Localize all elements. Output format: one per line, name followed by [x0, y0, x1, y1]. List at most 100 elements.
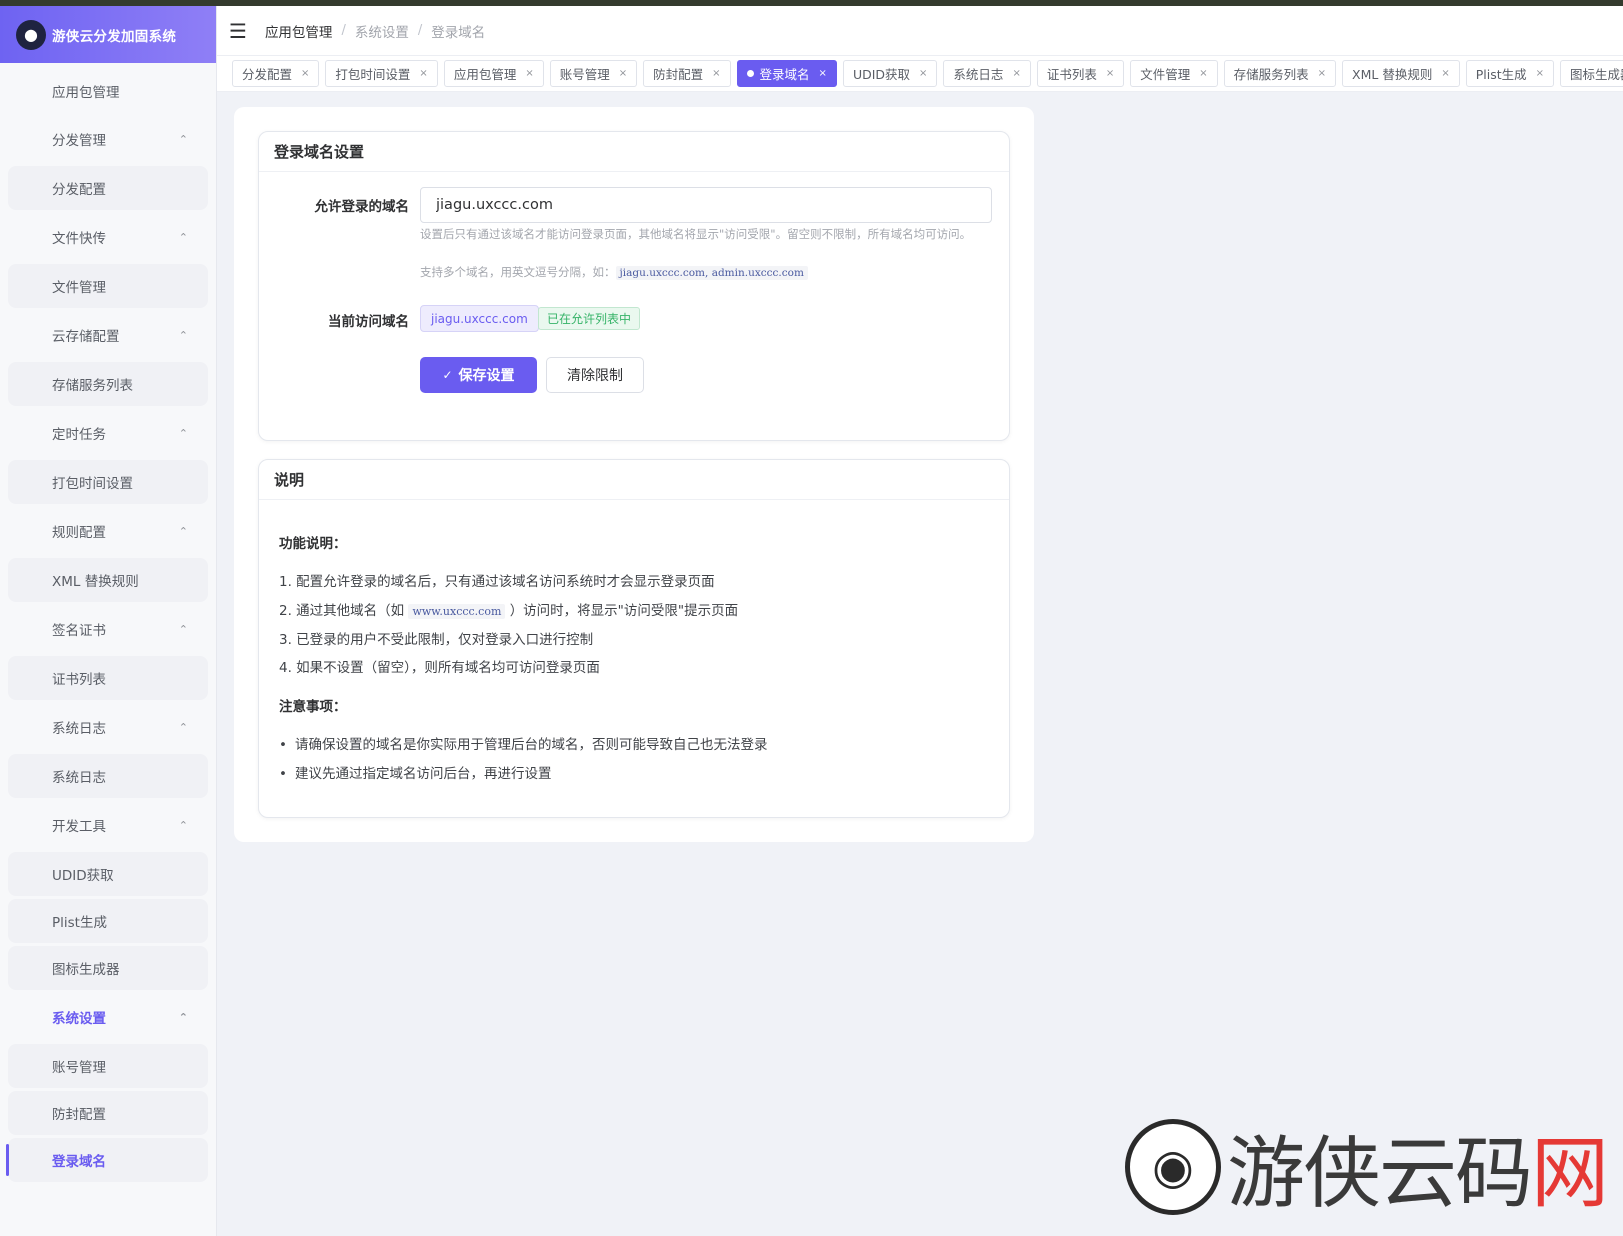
sidebar-group[interactable]: 签名证书 ⌃ — [0, 605, 216, 653]
sidebar-subitem[interactable]: 存储服务列表 — [8, 362, 208, 406]
check-icon: ✓ — [442, 368, 453, 382]
sidebar-subitem[interactable]: Plist生成 — [8, 899, 208, 943]
tab-item[interactable]: XML 替换规则 × — [1342, 60, 1460, 87]
sidebar-group[interactable]: 云存储配置 ⌃ — [0, 311, 216, 359]
tab-item[interactable]: 证书列表 × — [1036, 60, 1125, 87]
multi-domain-hint: 支持多个域名，用英文逗号分隔，如： jiagu.uxccc.com, admin.… — [420, 264, 980, 281]
tab-item[interactable]: 存储服务列表 × — [1223, 60, 1337, 87]
tab-label: 防封配置 — [653, 67, 704, 82]
breadcrumb-item-0[interactable]: 应用包管理 — [265, 21, 333, 41]
sidebar-item-label: Plist生成 — [52, 915, 107, 931]
tab-label: 应用包管理 — [453, 67, 517, 82]
hamburger-icon[interactable]: ☰ — [229, 19, 247, 43]
sidebar-group[interactable]: 分发管理 ⌃ — [0, 115, 216, 163]
tab-label: 存储服务列表 — [1233, 67, 1309, 82]
brand-title: 游侠云分发加固系统 — [52, 28, 177, 45]
close-icon[interactable]: × — [1199, 68, 1207, 79]
tab-item[interactable]: 文件管理 × — [1130, 60, 1218, 87]
sidebar-group[interactable]: 规则配置 ⌃ — [0, 507, 216, 555]
close-icon[interactable]: × — [819, 68, 827, 79]
sidebar-subitem[interactable]: 登录域名 — [6, 1138, 208, 1182]
sidebar-group[interactable]: 系统设置 ⌃ — [0, 993, 216, 1041]
function-item-2-code: www.uxccc.com — [408, 604, 506, 619]
sidebar-item-label: 分发配置 — [52, 182, 106, 198]
tab-item[interactable]: 登录域名 × — [736, 60, 837, 87]
close-icon[interactable]: × — [419, 68, 427, 79]
tab-item[interactable]: 防封配置 × — [643, 60, 731, 87]
sidebar-subitem[interactable]: 图标生成器 — [8, 946, 208, 990]
tab-item[interactable]: 分发配置 × — [232, 60, 320, 87]
save-button[interactable]: ✓ 保存设置 — [420, 357, 537, 393]
sidebar-subitem[interactable]: 证书列表 — [8, 656, 208, 700]
chevron-up-icon: ⌃ — [178, 1010, 188, 1024]
close-icon[interactable]: × — [1318, 68, 1326, 79]
allowed-domain-input[interactable] — [420, 187, 992, 223]
sidebar-item-label: 开发工具 — [52, 819, 106, 835]
tab-label: 登录域名 — [759, 67, 810, 82]
sidebar-group[interactable]: 系统日志 ⌃ — [0, 703, 216, 751]
sidebar: ● 游侠云分发加固系统 应用包管理 分发管理 ⌃ 分发配置 文件快传 ⌃ 文件管理 云存储配置… — [0, 6, 217, 1236]
sidebar-subitem[interactable]: XML 替换规则 — [8, 558, 208, 602]
tab-label: 文件管理 — [1140, 67, 1191, 82]
sidebar-subitem[interactable]: 分发配置 — [8, 166, 208, 210]
tab-label: XML 替换规则 — [1352, 67, 1433, 82]
chevron-up-icon: ⌃ — [178, 622, 188, 636]
sidebar-subitem[interactable]: 账号管理 — [8, 1044, 208, 1088]
sidebar-item-label: 图标生成器 — [52, 962, 120, 978]
breadcrumb-separator: / — [417, 23, 423, 38]
multi-domain-example: jiagu.uxccc.com, admin.uxccc.com — [615, 266, 808, 280]
tab-item[interactable]: 系统日志 × — [943, 60, 1031, 87]
sidebar-subitem[interactable]: 打包时间设置 — [8, 460, 208, 504]
function-item-3: 3. 已登录的用户不受此限制，仅对登录入口进行控制 — [279, 632, 594, 648]
allowed-domain-label: 允许登录的域名 — [314, 199, 410, 215]
chevron-up-icon: ⌃ — [178, 524, 188, 538]
tabs-bar: 分发配置 × 打包时间设置 × 应用包管理 × 账号管理 × 防封配置 × 登录域名 × UDID获取 ×… — [217, 56, 1623, 92]
sidebar-item-label: 系统日志 — [52, 721, 106, 737]
sidebar-subitem[interactable]: UDID获取 — [8, 852, 208, 896]
current-domain-label: 当前访问域名 — [328, 314, 409, 330]
close-icon[interactable]: × — [1441, 68, 1449, 79]
chevron-up-icon: ⌃ — [178, 230, 188, 244]
sidebar-item-label: 云存储配置 — [52, 329, 120, 345]
info-card: 说明 功能说明： 1. 配置允许登录的域名后，只有通过该域名访问系统时才会显示登… — [258, 459, 1010, 818]
function-item-4: 4. 如果不设置（留空），则所有域名均可访问登录页面 — [279, 660, 600, 676]
close-icon[interactable]: × — [1536, 68, 1544, 79]
watermark-text: 游侠云码网 — [1227, 1111, 1609, 1223]
chevron-up-icon: ⌃ — [178, 132, 188, 146]
sidebar-subitem[interactable]: 防封配置 — [8, 1091, 208, 1135]
info-card-title: 说明 — [259, 460, 1009, 500]
sidebar-group[interactable]: 开发工具 ⌃ — [0, 801, 216, 849]
tab-item[interactable]: 应用包管理 × — [443, 60, 544, 87]
caution-item-1: 请确保设置的域名是你实际用于管理后台的域名，否则可能导致自己也无法登录 — [279, 733, 989, 753]
chevron-up-icon: ⌃ — [178, 426, 188, 440]
breadcrumb-item-1[interactable]: 系统设置 — [355, 21, 409, 41]
close-icon[interactable]: × — [301, 68, 309, 79]
sidebar-subitem[interactable]: 文件管理 — [8, 264, 208, 308]
sidebar-subitem[interactable]: 系统日志 — [8, 754, 208, 798]
chevron-up-icon: ⌃ — [178, 720, 188, 734]
close-icon[interactable]: × — [1012, 68, 1020, 79]
settings-card: 登录域名设置 允许登录的域名 设置后只有通过该域名才能访问登录页面，其他域名将显… — [258, 131, 1010, 441]
sidebar-item-label: 防封配置 — [52, 1107, 106, 1123]
sidebar-item-label: 签名证书 — [52, 623, 106, 639]
settings-card-title: 登录域名设置 — [259, 132, 1009, 172]
clear-limit-button[interactable]: 清除限制 — [546, 357, 644, 393]
close-icon[interactable]: × — [525, 68, 533, 79]
sidebar-item[interactable]: 应用包管理 — [0, 67, 216, 115]
sidebar-group[interactable]: 定时任务 ⌃ — [0, 409, 216, 457]
sidebar-item-label: 系统设置 — [52, 1011, 106, 1027]
close-icon[interactable]: × — [1106, 68, 1114, 79]
sidebar-item-label: XML 替换规则 — [52, 574, 139, 590]
tab-item[interactable]: Plist生成 × — [1465, 60, 1555, 87]
tab-item[interactable]: UDID获取 × — [842, 60, 938, 87]
tab-item[interactable]: 账号管理 × — [549, 60, 638, 87]
tab-item[interactable]: 打包时间设置 × — [325, 60, 438, 87]
content-panel: 登录域名设置 允许登录的域名 设置后只有通过该域名才能访问登录页面，其他域名将显… — [234, 107, 1034, 842]
tab-item[interactable]: 图标生成器× — [1560, 60, 1623, 87]
sidebar-group[interactable]: 文件快传 ⌃ — [0, 213, 216, 261]
close-icon[interactable]: × — [619, 68, 627, 79]
save-button-label: 保存设置 — [458, 368, 515, 384]
close-icon[interactable]: × — [712, 68, 720, 79]
close-icon[interactable]: × — [919, 68, 927, 79]
brand-bar[interactable]: ● 游侠云分发加固系统 — [0, 6, 216, 63]
